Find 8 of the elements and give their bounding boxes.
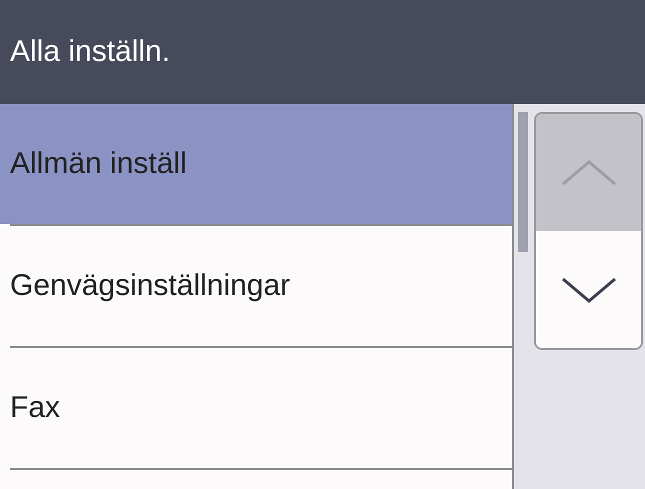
chevron-up-icon — [560, 160, 616, 186]
menu-item[interactable]: Fax — [0, 348, 512, 468]
chevron-down-icon — [560, 276, 616, 302]
scrollbar-thumb[interactable] — [518, 112, 528, 252]
scroll-down-button[interactable] — [536, 231, 641, 348]
menu-item[interactable]: Genvägsinställningar — [0, 226, 512, 346]
menu-item[interactable]: Allmän inställ — [0, 104, 512, 224]
screen-title: Alla inställn. — [10, 35, 170, 69]
